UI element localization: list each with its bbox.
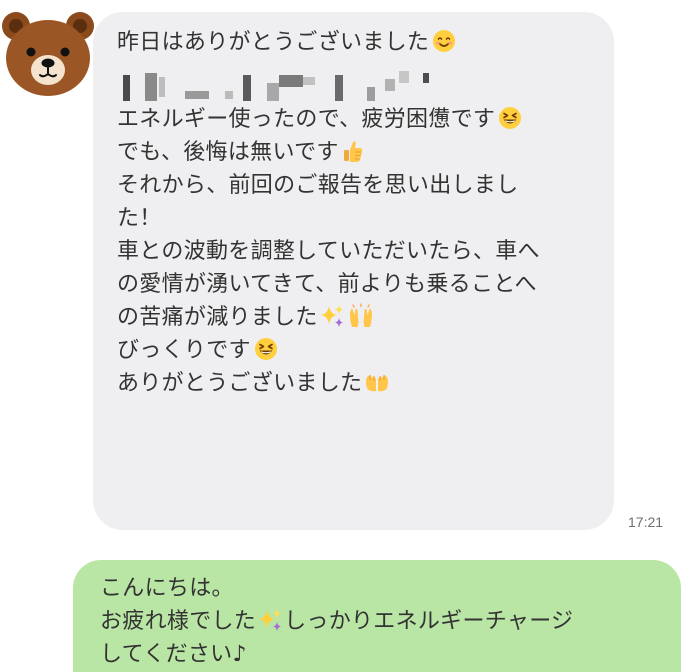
message-line: 車との波動を調整していただいたら、車へ	[117, 239, 540, 264]
message-line: びっくりです	[117, 334, 604, 367]
message-line: エネルギー使ったので、疲労困憊です	[117, 103, 604, 136]
message-timestamp: 17:21	[628, 514, 664, 530]
message-text: 昨日はありがとうございました	[117, 30, 430, 55]
incoming-message-bubble[interactable]: 昨日はありがとうございました エネルギー使ったので、疲労困憊です でも、後悔は無…	[93, 12, 614, 530]
message-line: でも、後悔は無いです	[117, 136, 604, 169]
outgoing-message-bubble[interactable]: こんにちは。 お疲れ様でした しっかりエネルギーチャージ してください♪	[73, 560, 681, 672]
message-line: それから、前回のご報告を思い出しまし	[117, 173, 519, 198]
message-line: こんにちは。	[100, 576, 234, 601]
message-line: の苦痛が減りました	[117, 301, 604, 334]
message-text: しっかりエネルギーチャージ	[284, 609, 574, 634]
message-text: びっくりです	[117, 338, 251, 363]
grinning-squinting-face-icon	[499, 107, 522, 129]
bear-avatar-icon[interactable]	[0, 8, 96, 98]
message-text: でも、後悔は無いです	[117, 140, 339, 165]
message-text: エネルギー使ったので、疲労困憊です	[117, 107, 496, 132]
message-line: 昨日はありがとうございました	[117, 26, 604, 59]
message-line: た！	[117, 206, 162, 231]
palms-up-together-icon	[366, 375, 389, 392]
message-text: ありがとうございました	[117, 371, 363, 396]
message-line: お疲れ様でした しっかりエネルギーチャージ	[100, 605, 671, 638]
redacted-text-block	[117, 63, 447, 103]
message-line: してください♪	[100, 642, 247, 667]
raising-hands-icon	[349, 303, 372, 327]
grinning-squinting-face-icon	[254, 338, 277, 360]
message-text: の苦痛が減りました	[117, 305, 318, 330]
chat-view: 昨日はありがとうございました エネルギー使ったので、疲労困憊です でも、後悔は無…	[0, 0, 683, 672]
smiling-face-icon	[433, 30, 456, 52]
thumbs-up-icon	[343, 141, 362, 162]
sparkles-icon	[259, 609, 282, 631]
message-text: お疲れ様でした	[100, 609, 257, 634]
message-line: の愛情が湧いてきて、前よりも乗ることへ	[117, 272, 537, 297]
sparkles-icon	[320, 305, 343, 327]
message-line: ありがとうございました	[117, 367, 604, 400]
